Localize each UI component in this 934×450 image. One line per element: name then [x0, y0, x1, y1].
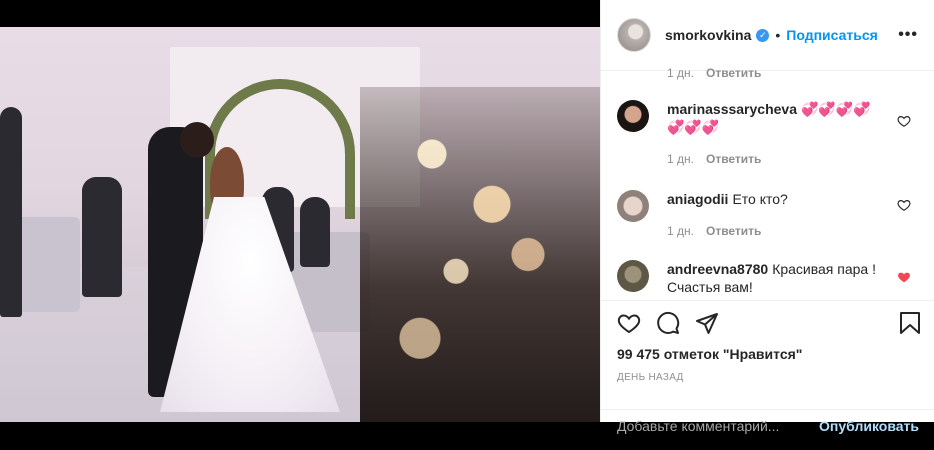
comment-item: andreevna8780 Красивая пара ! Счастья вам… — [617, 260, 917, 296]
photo-guest — [82, 177, 122, 297]
photo-bokeh-lights — [360, 87, 600, 422]
header-separator: • — [775, 27, 781, 43]
publish-comment-button[interactable]: Опубликовать — [819, 418, 919, 434]
comment-body: aniagodii Ето кто? 1 дн. Ответить — [667, 190, 882, 240]
comment-age: 1 дн. — [667, 66, 694, 80]
comment-item: aniagodii Ето кто? 1 дн. Ответить — [617, 190, 917, 240]
post-date: ДЕНЬ НАЗАД — [617, 372, 684, 383]
comment-meta: 1 дн. Ответить — [667, 150, 882, 168]
like-comment-heart-icon[interactable] — [897, 198, 911, 212]
photo-groom-head — [180, 122, 214, 158]
verified-badge-icon: ✓ — [756, 28, 770, 42]
reply-button[interactable]: Ответить — [706, 66, 761, 80]
comment-body: marinasssarycheva 💞💞💞💞💞💞💞 1 дн. Ответить — [667, 100, 882, 168]
commenter-avatar[interactable] — [617, 100, 649, 132]
reply-button[interactable]: Ответить — [706, 222, 761, 240]
comment-body: andreevna8780 Красивая пара ! Счастья вам… — [667, 260, 882, 296]
commenter-avatar[interactable] — [617, 190, 649, 222]
author-username[interactable]: smorkovkina — [665, 27, 751, 43]
comment-input[interactable]: Добавьте комментарий... — [617, 418, 779, 434]
top-black-bar — [0, 0, 600, 27]
follow-button[interactable]: Подписаться — [786, 27, 878, 43]
comments-list[interactable]: 1 дн. Ответить marinasssarycheva 💞💞💞💞💞💞💞 … — [601, 60, 934, 300]
reply-button[interactable]: Ответить — [706, 150, 761, 168]
instagram-post-view: smorkovkina ✓ • Подписаться ••• 1 дн. От… — [0, 0, 934, 434]
commenter-avatar[interactable] — [617, 260, 649, 292]
comment-meta-partial: 1 дн. Ответить — [667, 66, 761, 80]
like-comment-heart-icon[interactable] — [897, 114, 911, 128]
comment-item: marinasssarycheva 💞💞💞💞💞💞💞 1 дн. Ответить — [617, 100, 917, 168]
save-bookmark-icon[interactable] — [899, 311, 921, 340]
comment-bubble-icon[interactable] — [656, 311, 680, 340]
post-side-panel: smorkovkina ✓ • Подписаться ••• 1 дн. От… — [600, 0, 934, 434]
commenter-username[interactable]: aniagodii — [667, 191, 728, 207]
more-options-icon[interactable]: ••• — [898, 26, 918, 44]
commenter-username[interactable]: marinasssarycheva — [667, 101, 797, 117]
post-actions-section: 99 475 отметок "Нравится" ДЕНЬ НАЗАД Доб… — [601, 300, 934, 434]
comment-age: 1 дн. — [667, 152, 694, 166]
likes-count[interactable]: 99 475 отметок "Нравится" — [617, 346, 802, 362]
photo-guest — [0, 107, 22, 317]
author-avatar[interactable] — [617, 18, 651, 52]
commenter-username[interactable]: andreevna8780 — [667, 261, 768, 277]
liked-comment-heart-icon[interactable] — [897, 270, 911, 284]
photo-guest — [300, 197, 330, 267]
comment-text: Ето кто? — [732, 191, 788, 207]
comment-meta: 1 дн. Ответить — [667, 222, 882, 240]
like-heart-icon[interactable] — [617, 311, 641, 340]
comment-age: 1 дн. — [667, 224, 694, 238]
post-photo[interactable] — [0, 27, 600, 422]
action-icons — [617, 311, 734, 340]
add-comment-bar: Добавьте комментарий... Опубликовать — [601, 409, 934, 450]
share-paper-plane-icon[interactable] — [695, 311, 719, 340]
